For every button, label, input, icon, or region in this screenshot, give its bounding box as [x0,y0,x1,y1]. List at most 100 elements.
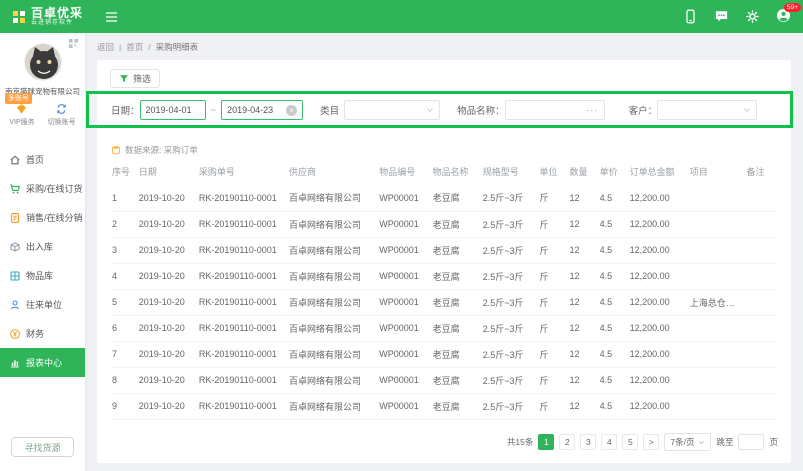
category-select[interactable] [344,100,441,120]
vip-service-badge[interactable]: VIP服务 [9,103,35,127]
more-icon[interactable]: ··· [586,105,599,116]
page-button-3[interactable]: 3 [580,434,597,450]
sidebar-item-goods[interactable]: 物品库 [0,261,85,290]
settings-gear-icon[interactable] [745,9,760,24]
breadcrumb-home[interactable]: 首页 [126,41,143,53]
table-cell: WP00001 [377,289,431,316]
table-cell: 2.5斤~3斤 [480,211,538,238]
app-logo[interactable]: 百卓优采 云进销存软件 [12,7,83,27]
sidebar-item-reports[interactable]: 报表中心 [0,348,85,377]
table-cell: 2.5斤~3斤 [480,263,538,290]
table-cell: 百卓网络有限公司 [287,393,378,420]
table-cell: 4.5 [597,263,628,290]
column-header: 物品编号 [379,167,416,177]
table-cell: 2019-10-20 [136,237,197,264]
table-cell: 老豆腐 [430,393,481,420]
table-cell [744,211,778,238]
filter-button[interactable]: 筛选 [110,69,161,88]
logo-subtitle: 云进销存软件 [31,19,74,26]
page-button-1[interactable]: 1 [538,434,555,450]
table-cell: 7 [110,341,137,368]
qr-code-icon[interactable] [68,38,79,49]
table-cell: 4.5 [597,341,628,368]
date-to-field[interactable]: × [221,100,304,120]
table-cell: 12,200.00 [627,393,688,420]
table-cell: WP00001 [377,263,431,290]
breadcrumb: 返回 | 首页 / 采购明细表 [97,41,198,53]
table-cell: 斤 [537,393,568,420]
table-cell: 12 [567,211,598,238]
table-cell: 9 [110,393,137,420]
table-cell: 斤 [537,315,568,342]
table-cell: WP00001 [377,393,431,420]
page-button-5[interactable]: 5 [622,434,639,450]
item-name-field[interactable]: ··· [504,100,605,120]
breadcrumb-back[interactable]: 返回 [97,41,114,53]
table-cell: 百卓网络有限公司 [287,315,378,342]
table-cell: WP00001 [377,315,431,342]
report-card: 筛选 日期： ~ × 类目 物品名称： ··· 客户： 数据来源: 采购订单 序… [97,60,791,463]
table-cell: 斤 [537,263,568,290]
box-icon [9,241,21,253]
jump-page-input[interactable] [738,434,765,450]
table-cell: 12 [567,367,598,394]
table-cell: 5 [110,289,137,316]
sidebar: 多账号 南京猫咪宠物有限公司 VIP服务 切换账号 首页 采购/在线订货 销售/… [0,33,85,471]
mobile-icon[interactable] [683,9,698,24]
sidebar-item-inout-warehouse[interactable]: 出入库 [0,232,85,261]
customer-select[interactable] [657,100,758,120]
chevron-down-icon [699,440,705,444]
table-header-row: 序号 日期 采购单号 供应商 物品编号 物品名称 规格型号 单位 数量 单价 订单总金额 项目 备注 [110,160,778,185]
sidebar-item-finance[interactable]: 财务 [0,319,85,348]
table-cell: 12,200.00 [627,315,688,342]
clear-date-icon[interactable]: × [286,104,298,116]
table-cell: 3 [110,237,137,264]
table-cell: 4.5 [597,185,628,212]
column-header: 单位 [539,167,558,177]
table-cell: 12,200.00 [627,211,688,238]
sidebar-item-sales[interactable]: 销售/在线分销 [0,203,85,232]
page-size-select[interactable]: 7条/页 [664,433,712,451]
table-row: 7 2019-10-20 RK-20190110-0001 百卓网络有限公司 WP000… [110,341,778,368]
date-to-input[interactable] [227,105,287,115]
column-header: 日期 [138,167,157,177]
sidebar-item-home[interactable]: 首页 [0,145,85,174]
table-cell: 4.5 [597,289,628,316]
page-button-2[interactable]: 2 [559,434,576,450]
table-cell [687,315,745,342]
next-page-button[interactable]: > [643,434,660,450]
table-cell: 斤 [537,289,568,316]
user-avatar[interactable]: 59+ [776,2,801,26]
find-goods-button[interactable]: 寻找货源 [11,437,74,457]
table-cell: 4.5 [597,237,628,264]
date-label: 日期： [111,106,140,117]
logo-grid-icon [13,10,25,23]
database-icon [112,146,120,155]
breadcrumb-separator: | [119,42,122,52]
table-cell [744,289,778,316]
data-source-note: 数据来源: 采购订单 [111,144,198,156]
collapse-menu-icon[interactable] [105,11,118,23]
page-buttons: 12345 [538,434,639,450]
table-cell [744,315,778,342]
column-header: 备注 [746,167,765,177]
sidebar-item-purchase[interactable]: 采购/在线订货 [0,174,85,203]
switch-account-badge[interactable]: 切换账号 [48,103,76,127]
column-header: 数量 [569,167,588,177]
table-cell: RK-20190110-0001 [196,237,288,264]
multi-account-tag: 多账号 [5,93,32,104]
chat-icon[interactable] [714,9,729,24]
table-cell: 斤 [537,341,568,368]
table-cell: 斤 [537,237,568,264]
table-cell [744,185,778,212]
sidebar-item-partners[interactable]: 往来单位 [0,290,85,319]
date-from-field[interactable] [139,100,206,120]
sidebar-menu: 首页 采购/在线订货 销售/在线分销 出入库 物品库 往来单位 财务 报表中心 [0,145,85,377]
company-avatar[interactable] [23,43,62,81]
table-cell [687,185,745,212]
table-row: 9 2019-10-20 RK-20190110-0001 百卓网络有限公司 WP000… [110,393,778,420]
table-cell: 4.5 [597,393,628,420]
page-button-4[interactable]: 4 [601,434,618,450]
table-cell: 斤 [537,185,568,212]
date-from-input[interactable] [145,105,200,115]
